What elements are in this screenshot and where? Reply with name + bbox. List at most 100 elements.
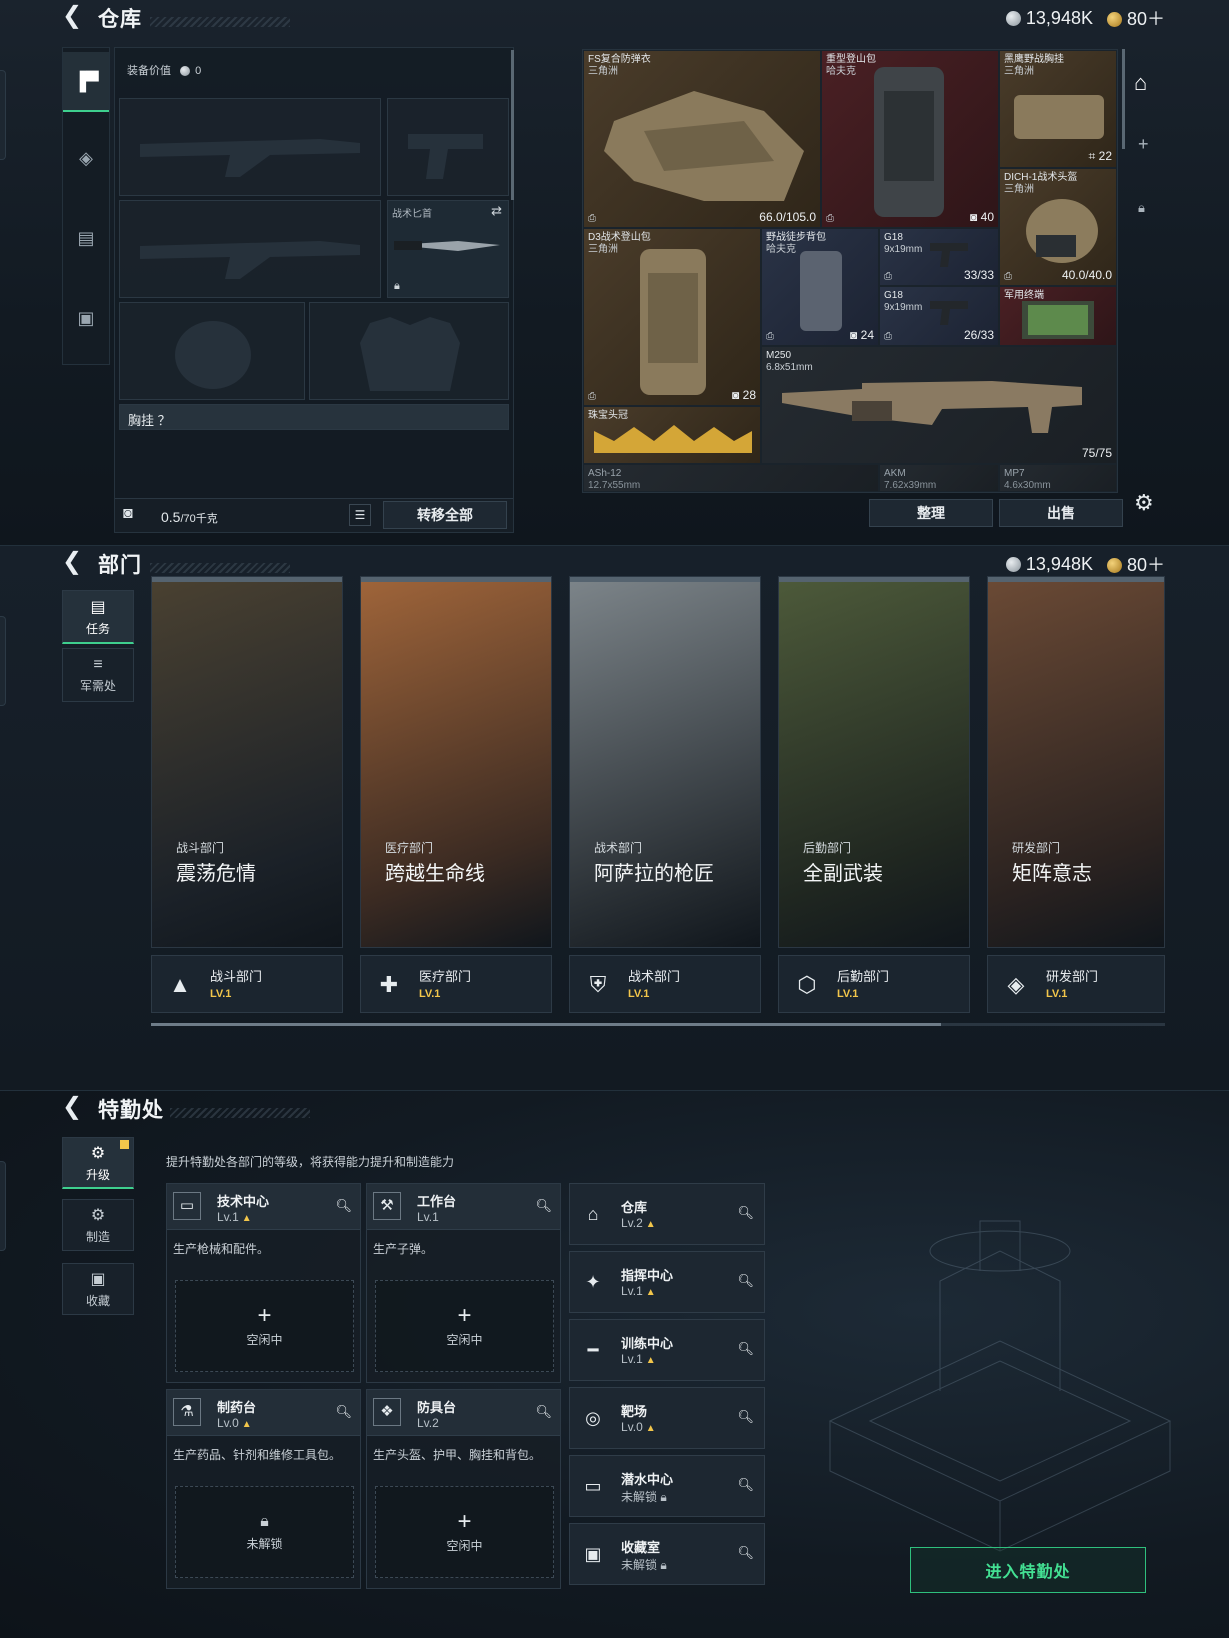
nav-tasks[interactable]: ▤ 任务	[62, 590, 134, 644]
side-facility-warehouse[interactable]: ⌂ 仓库 Lv.2 ▲ 🔍︎	[569, 1183, 765, 1245]
side-facility-range[interactable]: ◎ 靶场 Lv.0 ▲ 🔍︎	[569, 1387, 765, 1449]
armor-slot[interactable]	[309, 302, 509, 400]
search-icon[interactable]: 🔍︎	[737, 1273, 754, 1289]
grid-item[interactable]: AKM 7.62x39mm	[879, 464, 999, 492]
nav-upgrade[interactable]: ⚙ 升级	[62, 1137, 134, 1189]
knife-slot[interactable]: 战术匕首 ⇄ 🔒︎	[387, 200, 509, 298]
scrollbar[interactable]	[511, 50, 514, 200]
facility-card-armor[interactable]: ❖ 防具台 Lv.2 🔍︎ 生产头盔、护甲、胸挂和背包。 + 空闲中	[366, 1389, 561, 1589]
nav-quartermaster[interactable]: ≡ 军需处	[62, 648, 134, 702]
grid-item[interactable]: 珠宝头冠	[583, 406, 761, 464]
helmet-slot[interactable]	[119, 302, 305, 400]
warehouse-icon[interactable]: ⌂	[1134, 70, 1147, 96]
card-strip	[570, 577, 760, 582]
facility-card-pharmacy[interactable]: ⚗ 制药台 Lv.0 ▲ 🔍︎ 生产药品、针剂和维修工具包。 🔒︎ 未解锁	[166, 1389, 361, 1589]
back-icon[interactable]: ❮	[62, 550, 86, 574]
horizontal-scrollbar-thumb[interactable]	[151, 1023, 941, 1026]
department-card[interactable]: 战术部门 阿萨拉的枪匠	[569, 576, 761, 948]
department-level-logistics[interactable]: ⬡ 后勤部门 LV.1	[778, 955, 970, 1013]
sort-button[interactable]: 整理	[869, 499, 993, 527]
department-level-medical[interactable]: ✚ 医疗部门 LV.1	[360, 955, 552, 1013]
primary-weapon-slot[interactable]	[119, 98, 381, 196]
search-icon[interactable]: 🔍︎	[737, 1545, 754, 1561]
card-artwork	[570, 577, 760, 947]
settings-gear-icon[interactable]: ⚙	[1134, 490, 1154, 516]
search-icon[interactable]: 🔍︎	[535, 1404, 552, 1420]
department-card[interactable]: 研发部门 矩阵意志	[987, 576, 1165, 948]
gold-coin-icon	[1106, 12, 1122, 27]
department-card[interactable]: 后勤部门 全副武装	[778, 576, 970, 948]
grid-item[interactable]: 黑鹰野战胸挂 三角洲 ⌗ 22	[999, 50, 1117, 168]
gold-balance[interactable]: 80＋	[1106, 5, 1165, 31]
grid-item[interactable]: M250 6.8x51mm 75/75	[761, 346, 1117, 464]
secondary-weapon-slot[interactable]	[119, 200, 381, 298]
production-slot[interactable]: + 空闲中	[375, 1280, 554, 1372]
grid-item[interactable]: ASh-12 12.7x55mm	[583, 464, 879, 492]
search-icon[interactable]: 🔍︎	[335, 1198, 352, 1214]
edge-tab[interactable]	[0, 1161, 6, 1251]
facility-card-workbench[interactable]: ⚒ 工作台 Lv.1 🔍︎ 生产子弹。 + 空闲中	[366, 1183, 561, 1383]
production-slot[interactable]: + 空闲中	[375, 1486, 554, 1578]
search-icon[interactable]: 🔍︎	[737, 1409, 754, 1425]
side-facility-training[interactable]: ━ 训练中心 Lv.1 ▲ 🔍︎	[569, 1319, 765, 1381]
microscope-icon: ⚗	[173, 1398, 201, 1426]
knife-icon	[394, 241, 500, 251]
nav-craft[interactable]: ⚙ 制造	[62, 1199, 134, 1251]
grid-item[interactable]: G18 9x19mm ⎙ 33/33	[879, 228, 999, 286]
facility-header: ⚒ 工作台 Lv.1 🔍︎	[367, 1184, 560, 1230]
grid-item[interactable]: 野战徒步背包 哈夫克 ⎙ ◙ 24	[761, 228, 879, 346]
title-decoration	[170, 1108, 310, 1118]
side-facility-diving[interactable]: ▭ 潜水中心 未解锁 🔒︎ 🔍︎	[569, 1455, 765, 1517]
scrollbar[interactable]	[1122, 49, 1125, 149]
grid-item[interactable]: G18 9x19mm ⎙ 26/33	[879, 286, 999, 346]
pistol-slot[interactable]	[387, 98, 509, 196]
upgrade-gear-icon: ⚙	[90, 1144, 106, 1162]
upgrade-arrow-icon: ▲	[645, 1355, 656, 1366]
grid-item[interactable]: D3战术登山包 三角洲 ⎙ ◙ 28	[583, 228, 761, 406]
side-facility-collection[interactable]: ▣ 收藏室 未解锁 🔒︎ 🔍︎	[569, 1523, 765, 1585]
clipboard-icon[interactable]: ▤	[63, 208, 109, 268]
grid-item[interactable]: 军用终端	[999, 286, 1117, 346]
search-icon[interactable]: 🔍︎	[535, 1198, 552, 1214]
side-facility-command[interactable]: ✦ 指挥中心 Lv.1 ▲ 🔍︎	[569, 1251, 765, 1313]
department-level-tactical[interactable]: ⛨ 战术部门 LV.1	[569, 955, 761, 1013]
transfer-all-button[interactable]: 转移全部	[383, 501, 507, 529]
department-card[interactable]: 战斗部门 震荡危情	[151, 576, 343, 948]
lock-icon[interactable]: 🔒︎	[1138, 200, 1145, 216]
add-icon[interactable]: +	[1138, 134, 1149, 155]
case-icon[interactable]: ▣	[63, 288, 109, 348]
search-icon[interactable]: 🔍︎	[737, 1477, 754, 1493]
department-level-combat[interactable]: ▲ 战斗部门 LV.1	[151, 955, 343, 1013]
silver-balance[interactable]: 13,948K	[1005, 8, 1093, 29]
edge-tab[interactable]	[0, 616, 6, 706]
grid-item[interactable]: FS复合防弹衣 三角洲 ⎙ 66.0/105.0	[583, 50, 821, 228]
edge-tab[interactable]	[0, 70, 6, 160]
gold-balance[interactable]: 80＋	[1106, 551, 1165, 577]
weight-icon: ◙	[123, 505, 133, 522]
enter-special-ops-button[interactable]: 进入特勤处	[910, 1547, 1146, 1593]
pistol-icon[interactable]: ▐▀	[63, 52, 109, 112]
back-icon[interactable]: ❮	[62, 4, 86, 28]
search-icon[interactable]: 🔍︎	[737, 1205, 754, 1221]
list-icon[interactable]: ☰	[349, 504, 371, 526]
key-icon: ⎙	[1004, 271, 1012, 282]
badge-icon[interactable]: ◈	[63, 128, 109, 188]
nav-collection[interactable]: ▣ 收藏	[62, 1263, 134, 1315]
sell-button[interactable]: 出售	[999, 499, 1123, 527]
search-icon[interactable]: 🔍︎	[737, 1341, 754, 1357]
grid-item[interactable]: DICH-1战术头盔 三角洲 ⎙ 40.0/40.0	[999, 168, 1117, 286]
silver-balance[interactable]: 13,948K	[1005, 554, 1093, 575]
helmet-silhouette-icon	[175, 321, 251, 389]
department-level-research[interactable]: ◈ 研发部门 LV.1	[987, 955, 1165, 1013]
grid-item[interactable]: 重型登山包 哈夫克 ⎙ ◙ 40	[821, 50, 999, 228]
production-slot[interactable]: + 空闲中	[175, 1280, 354, 1372]
grid-item[interactable]: MP7 4.6x30mm	[999, 464, 1117, 492]
department-card[interactable]: 医疗部门 跨越生命线	[360, 576, 552, 948]
crown-icon	[594, 425, 752, 453]
tactical-dept-icon: ⛨	[589, 972, 607, 997]
back-icon[interactable]: ❮	[62, 1095, 86, 1119]
facility-card-tech[interactable]: ▭ 技术中心 Lv.1 ▲ 🔍︎ 生产枪械和配件。 + 空闲中	[166, 1183, 361, 1383]
key-icon: ⎙	[588, 391, 596, 402]
chest-rig-slot[interactable]: 胸挂 ？	[119, 404, 509, 430]
search-icon[interactable]: 🔍︎	[335, 1404, 352, 1420]
